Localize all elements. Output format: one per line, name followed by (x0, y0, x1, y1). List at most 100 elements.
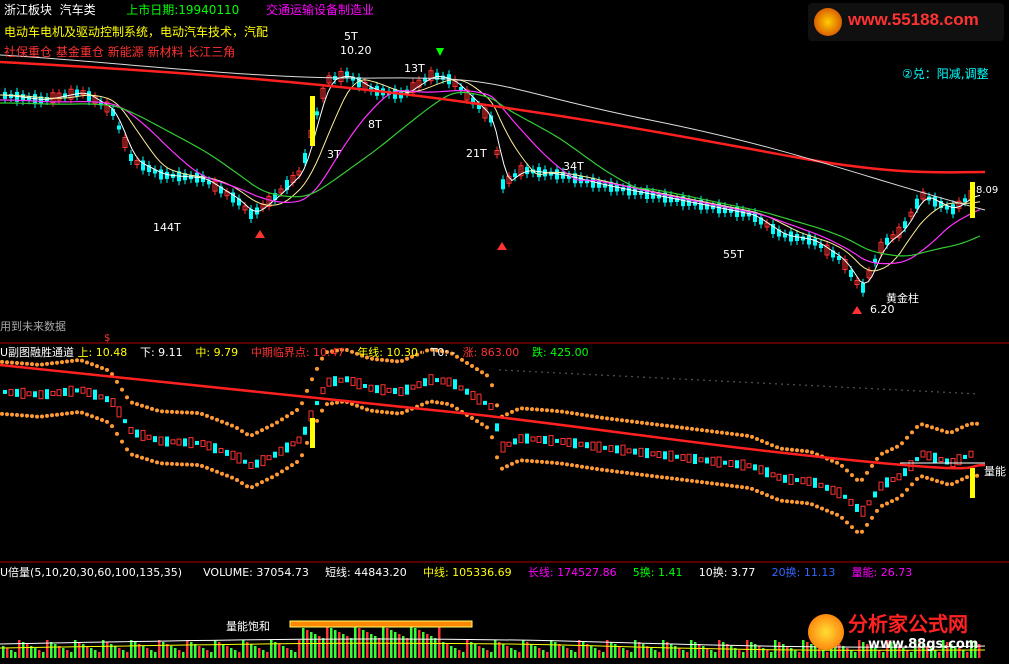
volume-bar (326, 626, 329, 658)
lower-channel-dot (85, 412, 89, 417)
lower-channel-dot (175, 462, 179, 467)
upper-channel-dot (40, 362, 44, 367)
lower-channel-dot (330, 401, 334, 406)
lower-channel-dot (450, 403, 454, 408)
volume-bar (278, 644, 281, 658)
lower-channel-dot (580, 464, 584, 469)
lower-channel-dot (540, 459, 544, 464)
lower-channel-dot (825, 508, 829, 513)
grey-ref-dot (625, 375, 627, 378)
grey-ref-dot (931, 390, 933, 393)
grey-ref-dot (943, 391, 945, 394)
lower-channel-dot (635, 472, 639, 477)
lower-channel-dot (945, 482, 949, 487)
grey-ref-dot (691, 378, 693, 381)
sub-candle-body (8, 388, 14, 396)
volume-bar (698, 644, 701, 658)
volume-bar (522, 640, 525, 658)
sub-candle-body (86, 387, 92, 397)
upper-channel-dot (95, 364, 99, 369)
volume-bar (598, 650, 601, 658)
volume-bar (418, 630, 421, 658)
upper-channel-dot (225, 421, 229, 426)
sub-candle-body (26, 391, 32, 397)
lower-channel-dot (455, 406, 459, 411)
red-up-arrow (255, 230, 265, 238)
candle-body (477, 105, 481, 109)
upper-channel-dot (495, 403, 499, 408)
lower-channel-dot (150, 458, 154, 463)
lower-channel-dot (355, 403, 359, 408)
volume-bar (798, 652, 801, 658)
volume-bar (742, 652, 745, 658)
stock-chart-canvas[interactable] (0, 0, 1009, 664)
upper-channel-dot (235, 426, 239, 431)
grey-ref-dot (925, 390, 927, 393)
watermark-text: 分析家公式网 (848, 612, 968, 636)
lower-channel-dot (845, 520, 849, 525)
lower-channel-dot (40, 414, 44, 419)
lower-channel-dot (780, 498, 784, 503)
sub-candle-body (818, 482, 824, 488)
volume-bar (438, 626, 441, 658)
label-144t: 144T (153, 221, 181, 234)
upper-channel-dot (130, 400, 134, 405)
volume-bar (254, 646, 257, 658)
lower-channel-dot (95, 416, 99, 421)
yellow-signal-bar (970, 182, 975, 218)
lower-channel-dot (210, 467, 214, 472)
volume-bar (566, 648, 569, 658)
lower-channel-dot (660, 475, 664, 480)
lower-channel-dot (195, 463, 199, 468)
lower-channel-dot (910, 482, 914, 487)
volume-bar (170, 646, 173, 658)
volume-bar (70, 652, 73, 658)
volume-bar (750, 642, 753, 658)
sub-candle-body (866, 500, 872, 506)
lower-channel-dot (625, 470, 629, 475)
sub-candle-body (495, 423, 499, 432)
grey-ref-dot (535, 371, 537, 373)
volume-bar (446, 644, 449, 658)
lower-channel-dot (875, 508, 879, 513)
upper-band-label: 上: 10.48 (77, 346, 128, 359)
upper-channel-dot (275, 420, 279, 425)
sub-candle-body (650, 451, 656, 457)
site-logo[interactable]: www.55188.com (808, 3, 1004, 41)
grey-ref-dot (781, 383, 783, 385)
upper-channel-dot (575, 411, 579, 416)
volume-bar (730, 646, 733, 658)
volume-bar (362, 630, 365, 658)
upper-channel-dot (690, 426, 694, 431)
lower-channel-dot (955, 479, 959, 484)
lower-channel-dot (360, 405, 364, 410)
volume-bar (722, 642, 725, 658)
upper-channel-dot (685, 426, 689, 431)
sub-candle-body (248, 461, 254, 469)
lower-channel-dot (930, 477, 934, 482)
volume-bar (502, 644, 505, 658)
volume-bar (758, 646, 761, 658)
lower-channel-dot (70, 410, 74, 415)
candle-body (501, 179, 505, 190)
lower-channel-dot (120, 439, 124, 444)
upper-channel-dot (900, 441, 904, 446)
lower-channel-dot (790, 499, 794, 504)
upper-channel-dot (780, 446, 784, 451)
volume-bar (618, 646, 621, 658)
sub-candle-body (213, 443, 217, 454)
volume-bar (94, 650, 97, 658)
lower-channel-dot (400, 410, 404, 415)
upper-channel-dot (145, 405, 149, 410)
volume-bar (210, 652, 213, 658)
upper-channel-dot (930, 425, 934, 430)
volume-bar (678, 648, 681, 658)
upper-channel-dot (860, 477, 864, 482)
volume-bar (314, 634, 317, 658)
lower-channel-dot (810, 502, 814, 507)
grey-ref-dot (739, 381, 741, 383)
volume-bar (222, 644, 225, 658)
watermark-logo: 分析家公式网 www.88gs.com (804, 610, 1004, 662)
upper-channel-dot (650, 421, 654, 426)
grey-ref-dot (865, 387, 867, 390)
